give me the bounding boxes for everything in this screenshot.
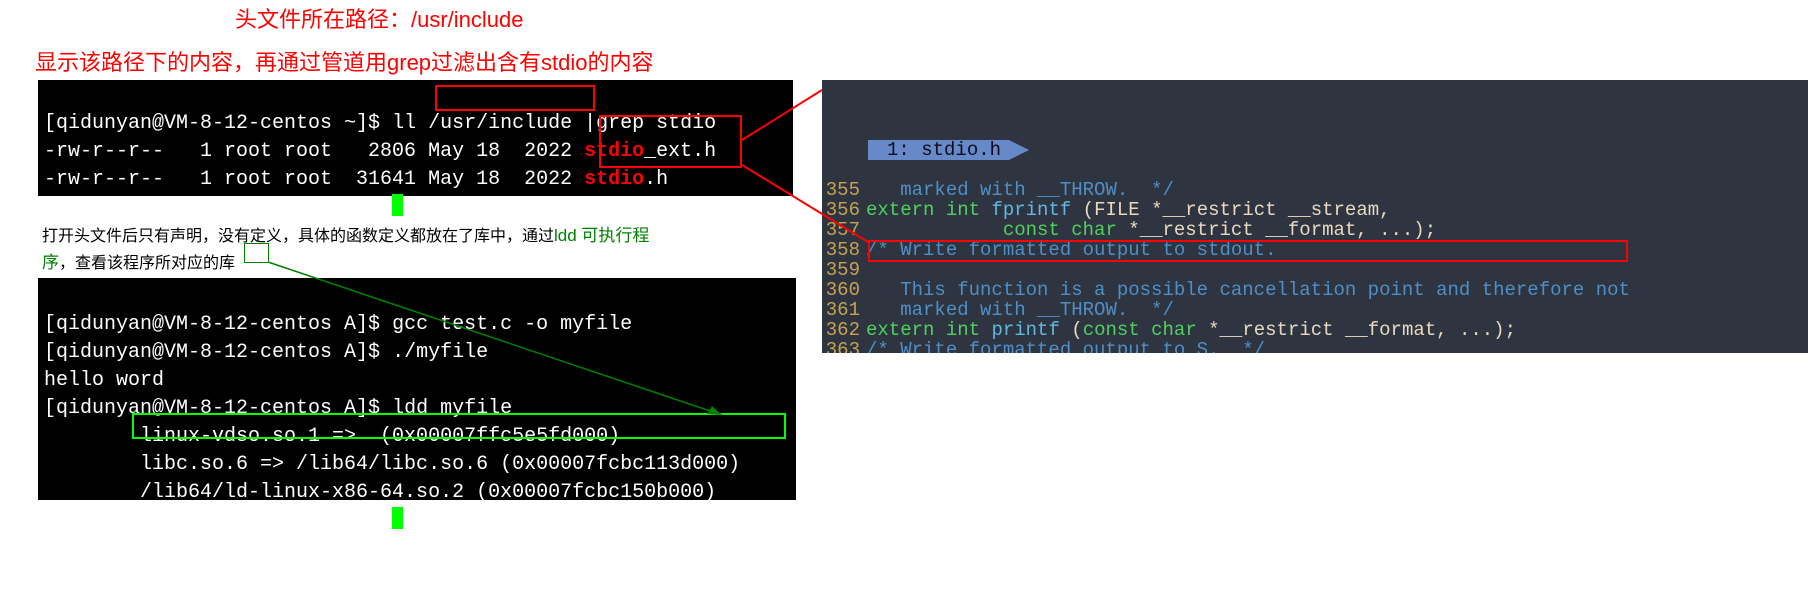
code-line: 359 — [822, 260, 1808, 280]
code-line: 361 marked with __THROW. */ — [822, 300, 1808, 320]
match-stdio: stdio — [584, 168, 644, 191]
code-line: 357 const char *__restrict __format, ...… — [822, 220, 1808, 240]
code-line: 356extern int fprintf (FILE *__restrict … — [822, 200, 1808, 220]
code-line: 362extern int printf (const char *__rest… — [822, 320, 1808, 340]
code-text: const char *__restrict __format, ...); — [866, 220, 1808, 240]
cmd: ldd myfile — [392, 397, 512, 420]
code-line: 360 This function is a possible cancella… — [822, 280, 1808, 300]
annotation-text: 序 — [42, 253, 59, 272]
code-text: /* Write formatted output to S. */ — [866, 340, 1808, 353]
output: .h — [644, 168, 668, 191]
cmd-part: |grep stdio — [572, 112, 716, 135]
prompt: [qidunyan@VM-8-12-centos ~]$ — [44, 197, 392, 220]
line-number: 363 — [822, 340, 866, 353]
code-text: extern int fprintf (FILE *__restrict __s… — [866, 200, 1808, 220]
cursor-icon — [392, 194, 403, 216]
code-line: 358/* Write formatted output to stdout. — [822, 240, 1808, 260]
code-text: marked with __THROW. */ — [866, 300, 1808, 320]
annotation-middle: 打开头文件后只有声明，没有定义，具体的函数定义都放在了库中，通过ldd 可执行程… — [42, 222, 742, 275]
line-number: 357 — [822, 220, 866, 240]
line-number: 356 — [822, 200, 866, 220]
output: linux-vdso.so.1 => (0x00007ffc5e5fd000) — [44, 425, 620, 448]
prompt: [qidunyan@VM-8-12-centos A]$ — [44, 341, 392, 364]
cmd: ./myfile — [392, 341, 488, 364]
annotation-lib: 库 — [219, 255, 235, 272]
line-number: 359 — [822, 260, 866, 280]
cursor-icon — [392, 507, 403, 529]
cmd: gcc test.c -o myfile — [392, 313, 632, 336]
tab-bar: 1: stdio.h — [822, 120, 1808, 140]
code-line: 363/* Write formatted output to S. */ — [822, 340, 1808, 353]
prompt: [qidunyan@VM-8-12-centos A]$ — [44, 510, 392, 533]
annotation-header-desc: 显示该路径下的内容，再通过管道用grep过滤出含有stdio的内容 — [35, 48, 654, 79]
terminal-1[interactable]: [qidunyan@VM-8-12-centos ~]$ ll /usr/inc… — [38, 80, 793, 196]
line-number: 362 — [822, 320, 866, 340]
output: _ext.h — [644, 140, 716, 163]
prompt: [qidunyan@VM-8-12-centos ~]$ — [44, 112, 392, 135]
annotation-ldd: ldd 可执行程 — [554, 226, 649, 245]
output: -rw-r--r-- 1 root root 2806 May 18 2022 — [44, 140, 584, 163]
output: /lib64/ld-linux-x86-64.so.2 (0x00007fcbc… — [44, 481, 716, 504]
code-text: extern int printf (const char *__restric… — [866, 320, 1808, 340]
code-text: /* Write formatted output to stdout. — [866, 240, 1808, 260]
match-stdio: stdio — [584, 140, 644, 163]
output: -rw-r--r-- 1 root root 31641 May 18 2022 — [44, 168, 584, 191]
code-line: 355 marked with __THROW. */ — [822, 180, 1808, 200]
cmd-part: ll — [392, 112, 428, 135]
output: libc.so.6 => /lib64/libc.so.6 (0x00007fc… — [44, 453, 740, 476]
prompt: [qidunyan@VM-8-12-centos A]$ — [44, 313, 392, 336]
line-number: 361 — [822, 300, 866, 320]
line-number: 358 — [822, 240, 866, 260]
annotation-text: 打开头文件后只有声明，没有定义，具体的函数定义都放在了库中，通过 — [42, 228, 554, 245]
annotation-header-path: 头文件所在路径：/usr/include — [235, 5, 524, 36]
prompt: [qidunyan@VM-8-12-centos A]$ — [44, 397, 392, 420]
line-number: 360 — [822, 280, 866, 300]
output: hello word — [44, 369, 164, 392]
tab-stdio-h[interactable]: 1: stdio.h — [868, 140, 1009, 160]
code-editor[interactable]: 1: stdio.h 355 marked with __THROW. */35… — [822, 80, 1808, 353]
code-text: This function is a possible cancellation… — [866, 280, 1808, 300]
annotation-text: ，查看该程序所对应的 — [59, 255, 219, 272]
code-text: marked with __THROW. */ — [866, 180, 1808, 200]
line-number: 355 — [822, 180, 866, 200]
terminal-2[interactable]: [qidunyan@VM-8-12-centos A]$ gcc test.c … — [38, 278, 796, 500]
cmd-path: /usr/include — [428, 112, 572, 135]
code-text — [866, 260, 1808, 280]
